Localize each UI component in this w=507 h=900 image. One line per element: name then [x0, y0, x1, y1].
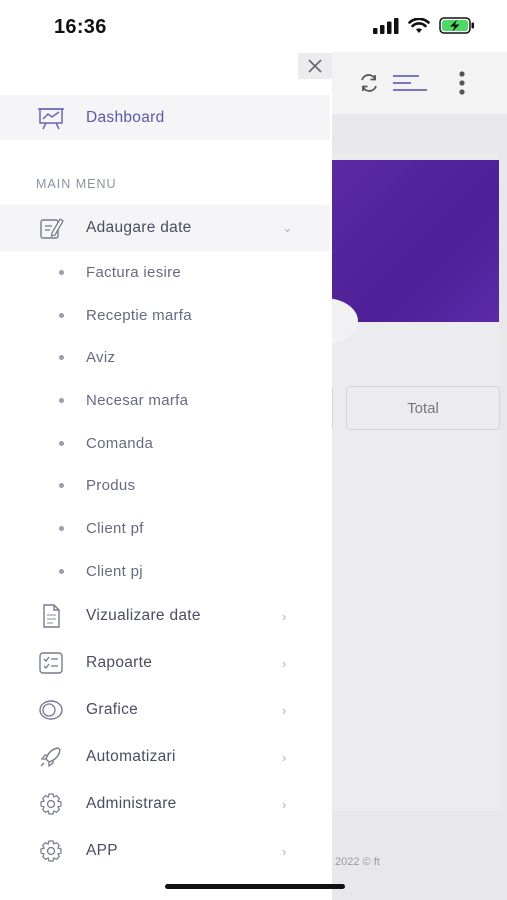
- sub-item-receptie-marfa[interactable]: Receptie marfa: [0, 297, 330, 333]
- document-icon: [38, 604, 64, 628]
- sub-item-label: Produs: [86, 476, 136, 494]
- menu-item-label: Administrare: [86, 795, 177, 812]
- sub-item-label: Receptie marfa: [86, 306, 192, 324]
- bullet-icon: [59, 354, 64, 360]
- menu-item-label: Automatizari: [86, 748, 176, 765]
- nav-dashboard[interactable]: Dashboard: [0, 95, 330, 140]
- bullet-icon: [59, 397, 64, 403]
- gear-icon: [38, 792, 64, 816]
- total-button[interactable]: Total: [346, 386, 500, 430]
- menu-item-vizualizare-date[interactable]: Vizualizare date ›: [0, 593, 330, 639]
- chart-icon: [38, 698, 64, 722]
- signal-icon: [373, 17, 399, 34]
- sub-item-label: Aviz: [86, 348, 116, 366]
- sub-item-label: Necesar marfa: [86, 391, 189, 409]
- home-indicator[interactable]: [165, 884, 345, 889]
- rocket-icon: [38, 745, 64, 769]
- sub-item-client-pj[interactable]: Client pj: [0, 553, 330, 589]
- wifi-icon: [408, 17, 430, 33]
- menu-item-app[interactable]: APP ›: [0, 828, 330, 874]
- chevron-right-icon: ›: [282, 843, 287, 859]
- battery-charging-icon: [439, 17, 474, 34]
- status-bar: 16:36: [0, 0, 507, 52]
- menu-item-label: Rapoarte: [86, 654, 153, 671]
- chevron-down-icon: ⌄: [282, 220, 293, 235]
- nav-dashboard-label: Dashboard: [86, 108, 165, 126]
- sub-item-necesar-marfa[interactable]: Necesar marfa: [0, 382, 330, 418]
- sub-item-label: Comanda: [86, 434, 154, 452]
- menu-item-rapoarte[interactable]: Rapoarte ›: [0, 640, 330, 686]
- bullet-icon: [59, 568, 64, 574]
- menu-item-grafice[interactable]: Grafice ›: [0, 687, 330, 733]
- menu-item-label: Vizualizare date: [86, 607, 201, 624]
- sub-item-aviz[interactable]: Aviz: [0, 339, 330, 375]
- refresh-icon[interactable]: [358, 70, 380, 96]
- menu-item-label: Grafice: [86, 701, 139, 718]
- menu-item-adaugare-date[interactable]: Adaugare date ⌄: [0, 205, 330, 251]
- sub-item-label: Client pf: [86, 519, 144, 537]
- status-time: 16:36: [54, 16, 107, 38]
- sub-item-label: Factura iesire: [86, 263, 182, 281]
- bullet-icon: [59, 525, 64, 531]
- sub-item-factura-iesire[interactable]: Factura iesire: [0, 254, 330, 290]
- bullet-icon: [59, 440, 64, 446]
- sub-item-comanda[interactable]: Comanda: [0, 425, 330, 461]
- menu-item-label: Adaugare date: [86, 219, 192, 236]
- menu-lines-icon[interactable]: [392, 70, 428, 96]
- close-icon: [308, 59, 322, 73]
- chevron-right-icon: ›: [282, 796, 287, 812]
- menu-item-automatizari[interactable]: Automatizari ›: [0, 734, 330, 780]
- sub-item-client-pf[interactable]: Client pf: [0, 510, 330, 546]
- menu-item-administrare[interactable]: Administrare ›: [0, 781, 330, 827]
- bullet-icon: [59, 482, 64, 488]
- chevron-right-icon: ›: [282, 749, 287, 765]
- close-drawer-button[interactable]: [298, 53, 332, 79]
- bullet-icon: [59, 312, 64, 318]
- sub-item-produs[interactable]: Produs: [0, 467, 330, 503]
- sub-item-label: Client pj: [86, 562, 143, 580]
- more-vertical-icon[interactable]: [456, 70, 468, 96]
- report-icon: [38, 651, 64, 675]
- status-icons: [373, 17, 475, 34]
- chevron-right-icon: ›: [282, 608, 287, 624]
- chevron-right-icon: ›: [282, 702, 287, 718]
- presentation-chart-icon: [38, 106, 64, 130]
- edit-document-icon: [38, 216, 64, 240]
- section-title-main-menu: MAIN MENU: [36, 177, 117, 191]
- hero-banner: [332, 160, 499, 322]
- footer-text: 2022 © ft: [335, 856, 380, 868]
- menu-item-label: APP: [86, 842, 118, 859]
- gear-icon: [38, 839, 64, 863]
- chevron-right-icon: ›: [282, 655, 287, 671]
- bullet-icon: [59, 269, 64, 275]
